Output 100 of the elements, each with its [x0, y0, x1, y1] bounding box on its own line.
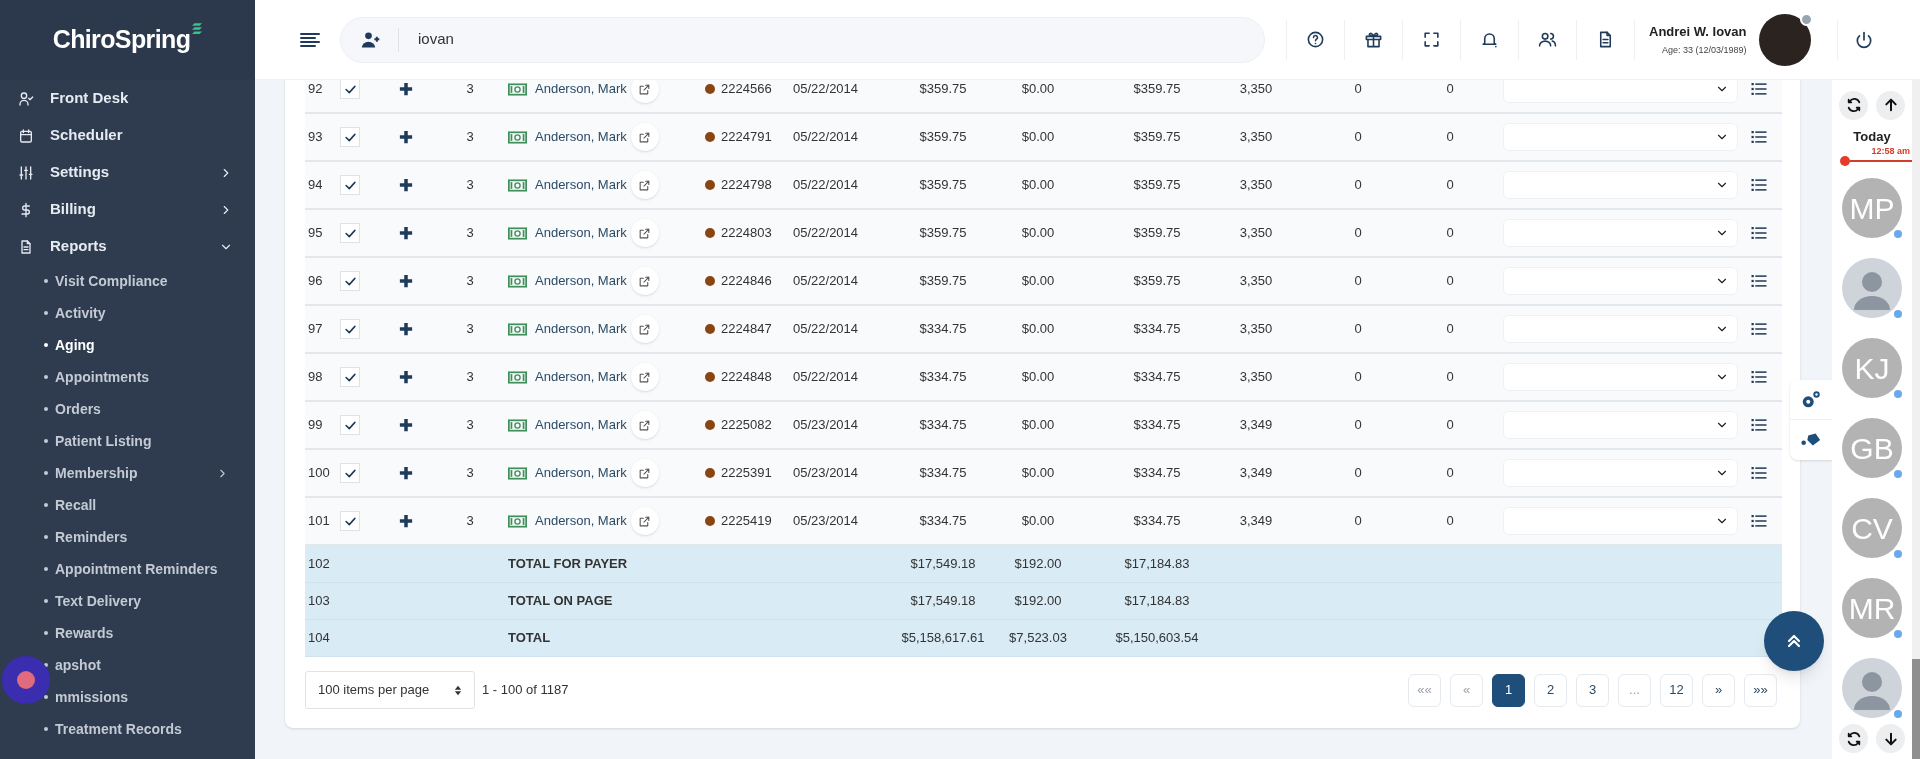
sidebar-subitem[interactable]: apshot [0, 649, 255, 681]
dropdown-field[interactable] [1503, 80, 1738, 103]
open-link-button[interactable] [630, 411, 659, 439]
scrollbar-thumb[interactable] [1912, 659, 1920, 759]
dropdown-field[interactable] [1503, 459, 1738, 487]
expand-button[interactable] [399, 322, 413, 336]
checkbox[interactable] [340, 271, 360, 291]
patient-link[interactable]: Anderson, Mark [535, 271, 627, 291]
open-link-button[interactable] [630, 507, 659, 535]
sidebar-item[interactable]: Scheduler [0, 117, 255, 154]
dropdown-field[interactable] [1503, 507, 1738, 535]
list-button[interactable] [1750, 128, 1768, 146]
sidebar-subitem[interactable]: Membership [0, 457, 255, 489]
checkbox[interactable] [340, 223, 360, 243]
checkbox[interactable] [340, 127, 360, 147]
claim-number: 2224566 [721, 80, 772, 99]
arrow-up-button[interactable] [1876, 90, 1905, 120]
expand-button[interactable] [399, 466, 413, 480]
checkbox[interactable] [340, 80, 360, 99]
checkbox[interactable] [340, 175, 360, 195]
provider-avatar[interactable] [1842, 258, 1902, 318]
expand-button[interactable] [399, 130, 413, 144]
patient-link[interactable]: Anderson, Mark [535, 367, 627, 387]
open-link-button[interactable] [630, 123, 659, 151]
sidebar-subitem[interactable]: Rewards [0, 617, 255, 649]
page-button[interactable]: »» [1744, 673, 1777, 707]
list-button[interactable] [1750, 80, 1768, 98]
search-input[interactable]: iovan [418, 28, 1264, 51]
checkbox[interactable] [340, 319, 360, 339]
patient-link[interactable]: Anderson, Mark [535, 127, 627, 147]
patient-link[interactable]: Anderson, Mark [535, 175, 627, 195]
page-button[interactable]: » [1702, 673, 1735, 707]
patient-link[interactable]: Anderson, Mark [535, 80, 627, 99]
dropdown-field[interactable] [1503, 123, 1738, 151]
record-button[interactable] [2, 656, 50, 704]
sidebar-subitem[interactable]: mmissions [0, 681, 255, 713]
dropdown-field[interactable] [1503, 267, 1738, 295]
refresh-button[interactable] [1839, 90, 1868, 120]
patient-link[interactable]: Anderson, Mark [535, 415, 627, 435]
sidebar-subitem[interactable]: Recall [0, 489, 255, 521]
search-field[interactable]: iovan [340, 16, 1265, 63]
expand-button[interactable] [399, 514, 413, 528]
sidebar-subitem[interactable]: Visit Compliance [0, 265, 255, 297]
page-button[interactable]: 12 [1660, 673, 1693, 707]
checkbox[interactable] [340, 511, 360, 531]
expand-button[interactable] [399, 370, 413, 384]
open-link-button[interactable] [630, 171, 659, 199]
page-button[interactable]: 2 [1534, 673, 1567, 707]
sidebar-subitem[interactable]: Reminders [0, 521, 255, 553]
expand-button[interactable] [399, 226, 413, 240]
cash-icon [508, 514, 527, 528]
checkbox[interactable] [340, 367, 360, 387]
open-link-button[interactable] [630, 363, 659, 391]
open-link-button[interactable] [630, 219, 659, 247]
open-link-button[interactable] [630, 80, 659, 103]
open-link-button[interactable] [630, 315, 659, 343]
sidebar-subitem[interactable]: Text Delivery [0, 585, 255, 617]
expand-button[interactable] [399, 274, 413, 288]
list-button[interactable] [1750, 512, 1768, 530]
patient-link[interactable]: Anderson, Mark [535, 463, 627, 483]
sidebar-subitem[interactable]: Patient Listing [0, 425, 255, 457]
checkbox[interactable] [340, 463, 360, 483]
expand-button[interactable] [399, 178, 413, 192]
open-link-button[interactable] [630, 267, 659, 295]
sidebar-item[interactable]: Billing [0, 191, 255, 228]
dropdown-field[interactable] [1503, 315, 1738, 343]
sidebar-subitem[interactable]: Appointment Reminders [0, 553, 255, 585]
provider-avatar[interactable] [1842, 658, 1902, 718]
sidebar-item[interactable]: Reports [0, 228, 255, 265]
list-button[interactable] [1750, 224, 1768, 242]
sidebar-subitem[interactable]: Activity [0, 297, 255, 329]
open-link-button[interactable] [630, 459, 659, 487]
sidebar-item[interactable]: Settings [0, 154, 255, 191]
patient-link[interactable]: Anderson, Mark [535, 511, 627, 531]
patient-link[interactable]: Anderson, Mark [535, 223, 627, 243]
list-button[interactable] [1750, 272, 1768, 290]
patient-link[interactable]: Anderson, Mark [535, 319, 627, 339]
dropdown-field[interactable] [1503, 171, 1738, 199]
checkbox[interactable] [340, 415, 360, 435]
arrow-down-button[interactable] [1876, 724, 1905, 753]
items-per-page-select[interactable]: 100 items per page [305, 671, 475, 709]
expand-button[interactable] [399, 418, 413, 432]
dropdown-field[interactable] [1503, 219, 1738, 247]
expand-button[interactable] [399, 82, 413, 96]
list-button[interactable] [1750, 176, 1768, 194]
dropdown-field[interactable] [1503, 363, 1738, 391]
sidebar-subitem[interactable]: Appointments [0, 361, 255, 393]
list-button[interactable] [1750, 416, 1768, 434]
list-button[interactable] [1750, 464, 1768, 482]
sidebar-subitem[interactable]: Orders [0, 393, 255, 425]
sidebar-subitem[interactable]: Aging [0, 329, 255, 361]
page-button[interactable]: 3 [1576, 673, 1609, 707]
dropdown-field[interactable] [1503, 411, 1738, 439]
scroll-to-top-button[interactable] [1764, 611, 1824, 671]
page-button[interactable]: 1 [1492, 673, 1525, 707]
sidebar-subitem[interactable]: Treatment Records [0, 713, 255, 745]
list-button[interactable] [1750, 320, 1768, 338]
sidebar-item[interactable]: Front Desk [0, 80, 255, 117]
list-button[interactable] [1750, 368, 1768, 386]
refresh-button[interactable] [1839, 724, 1868, 753]
